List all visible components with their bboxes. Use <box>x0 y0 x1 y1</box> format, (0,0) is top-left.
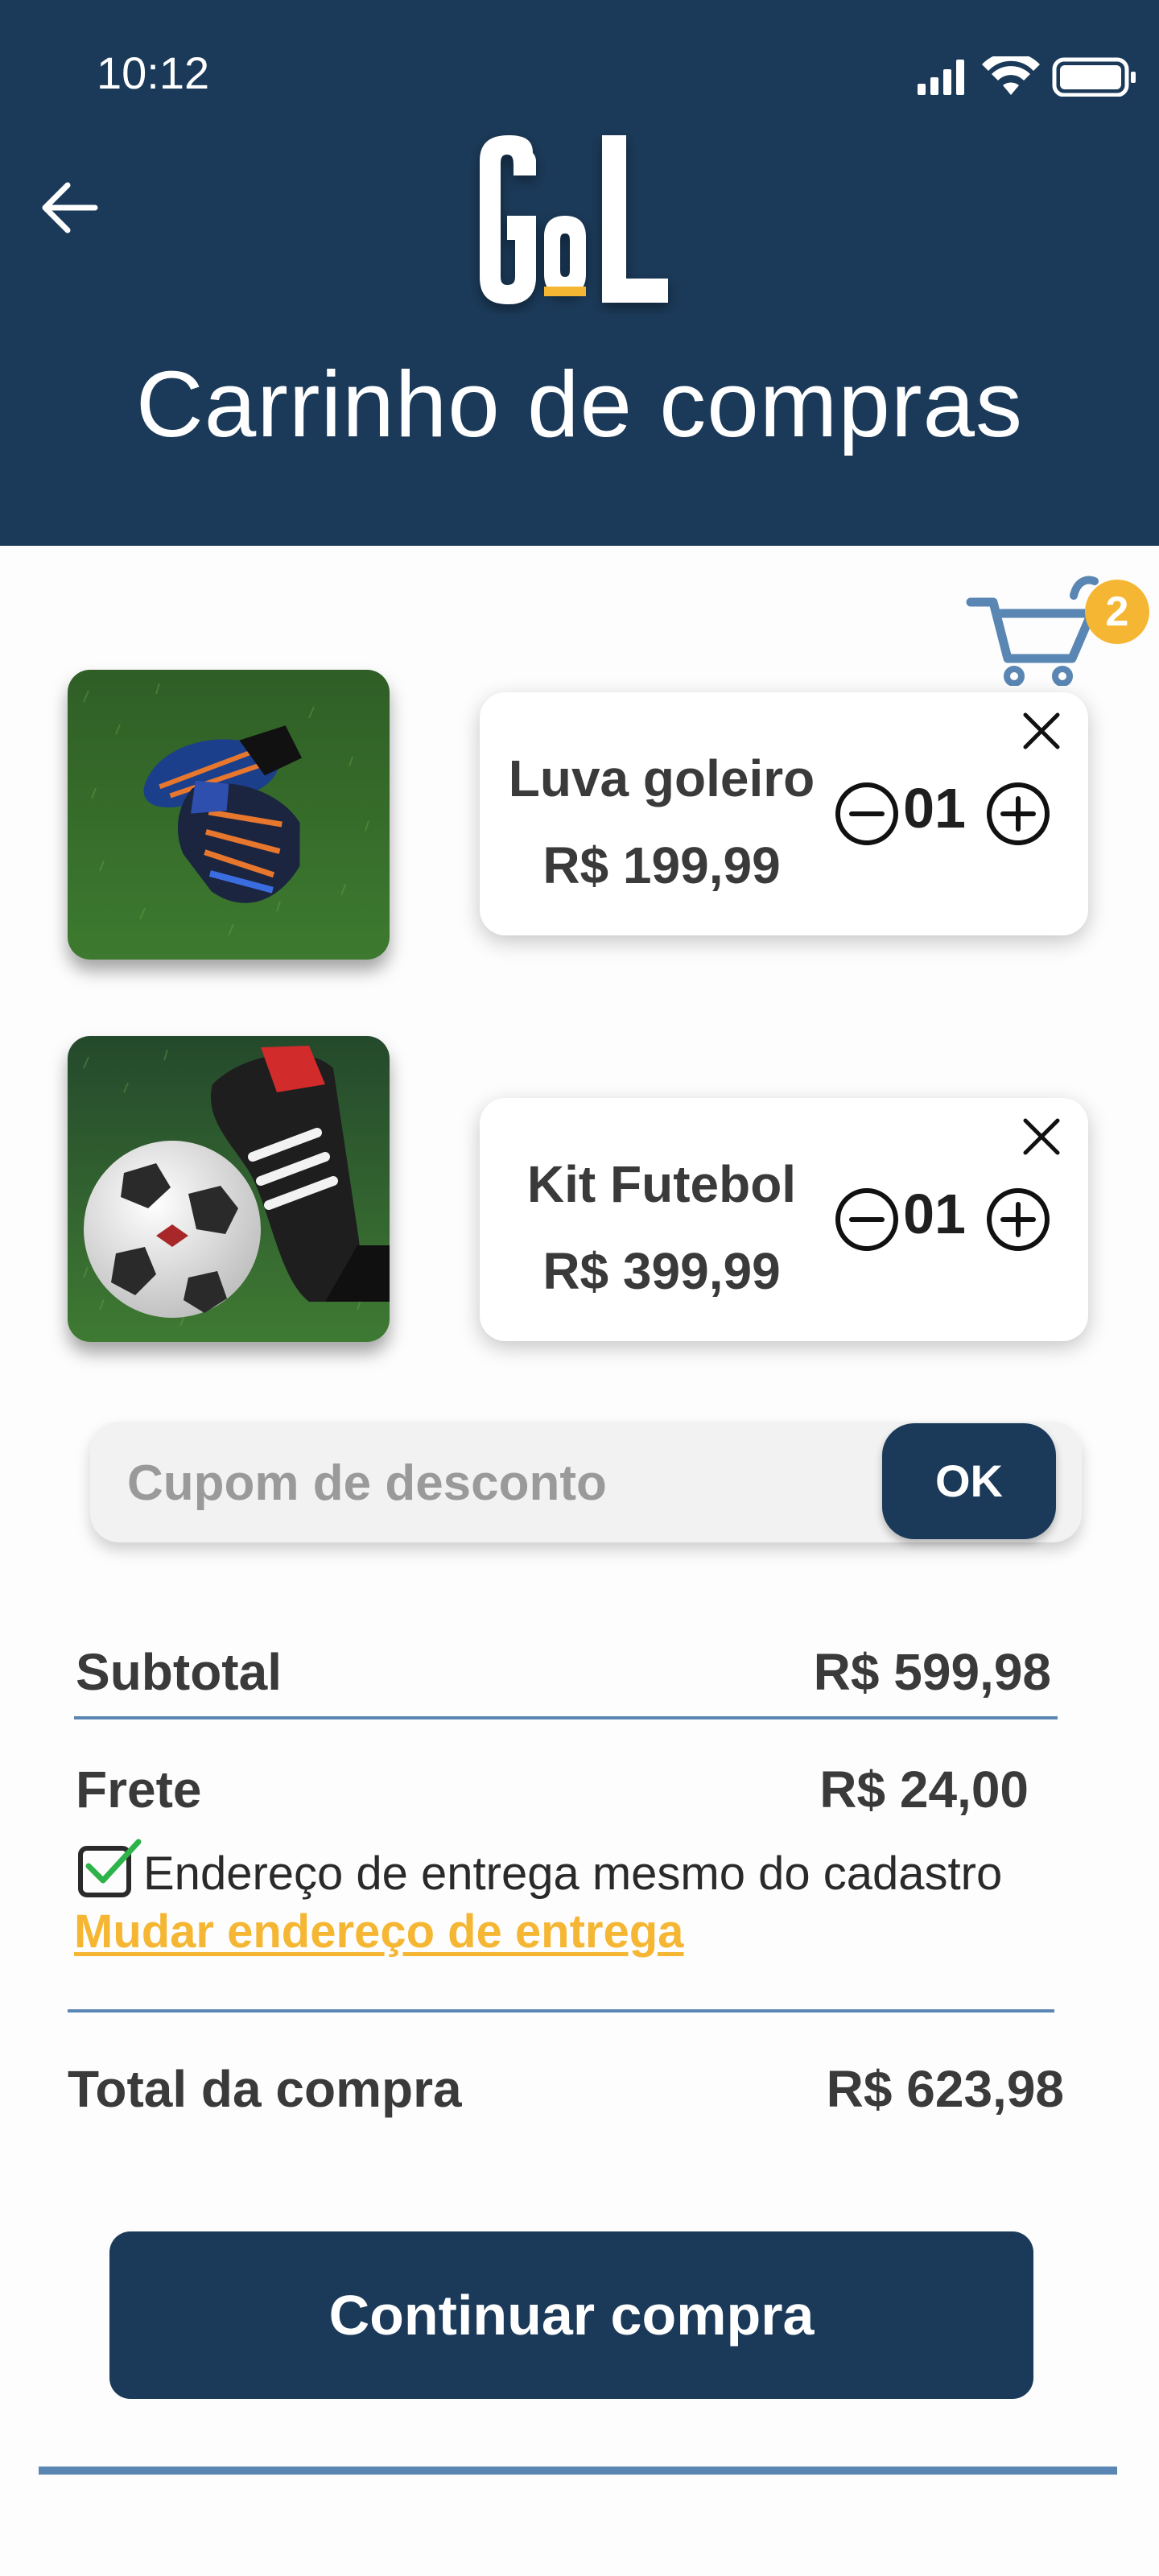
plus-circle-icon[interactable] <box>985 781 1051 847</box>
goalkeeper-gloves-photo <box>68 670 390 960</box>
minus-circle-icon[interactable] <box>834 781 900 847</box>
signal-icon <box>918 60 964 95</box>
item-price: R$ 199,99 <box>542 836 781 894</box>
product-image-kit <box>68 1036 390 1342</box>
cart-count-badge: 2 <box>1085 580 1149 644</box>
battery-icon <box>1052 57 1136 97</box>
item-quantity: 01 <box>903 777 966 840</box>
subtotal-value: R$ 599,98 <box>813 1643 1051 1701</box>
change-address-link[interactable]: Mudar endereço de entrega <box>74 1905 683 1959</box>
plus-circle-icon[interactable] <box>985 1187 1051 1253</box>
status-icons <box>918 56 1136 97</box>
continue-purchase-button[interactable]: Continuar compra <box>109 2231 1033 2399</box>
cart-item-card: Luva goleiro R$ 199,99 01 <box>480 692 1088 935</box>
divider <box>74 1716 1058 1719</box>
brand-logo <box>480 135 668 304</box>
item-price: R$ 399,99 <box>542 1242 781 1300</box>
close-icon[interactable] <box>1019 1114 1064 1159</box>
subtotal-label: Subtotal <box>76 1643 282 1701</box>
same-address-label: Endereço de entrega mesmo do cadastro <box>143 1847 1003 1900</box>
item-quantity: 01 <box>903 1183 966 1245</box>
apply-coupon-button[interactable]: OK <box>882 1423 1056 1539</box>
total-label: Total da compra <box>68 2060 462 2118</box>
item-name: Luva goleiro <box>508 749 815 807</box>
coupon-input[interactable] <box>127 1451 868 1515</box>
shipping-value: R$ 24,00 <box>819 1761 1029 1818</box>
total-value: R$ 623,98 <box>826 2060 1064 2118</box>
page-title: Carrinho de compras <box>135 352 1024 456</box>
item-name: Kit Futebol <box>526 1155 797 1213</box>
status-time: 10:12 <box>97 47 210 98</box>
app-header: 10:12 Carrinho de compras <box>0 0 1159 546</box>
close-icon[interactable] <box>1019 708 1064 753</box>
home-indicator-line <box>39 2467 1117 2475</box>
cart-item-card: Kit Futebol R$ 399,99 01 <box>480 1098 1088 1341</box>
wifi-icon <box>982 56 1040 95</box>
minus-circle-icon[interactable] <box>834 1187 900 1253</box>
divider <box>68 2009 1054 2013</box>
soccer-ball-and-boots-photo <box>68 1036 390 1342</box>
back-arrow-icon[interactable] <box>39 177 100 238</box>
product-image-gloves <box>68 670 390 960</box>
checkbox-checked-icon[interactable] <box>77 1835 142 1900</box>
shipping-label: Frete <box>76 1761 202 1818</box>
